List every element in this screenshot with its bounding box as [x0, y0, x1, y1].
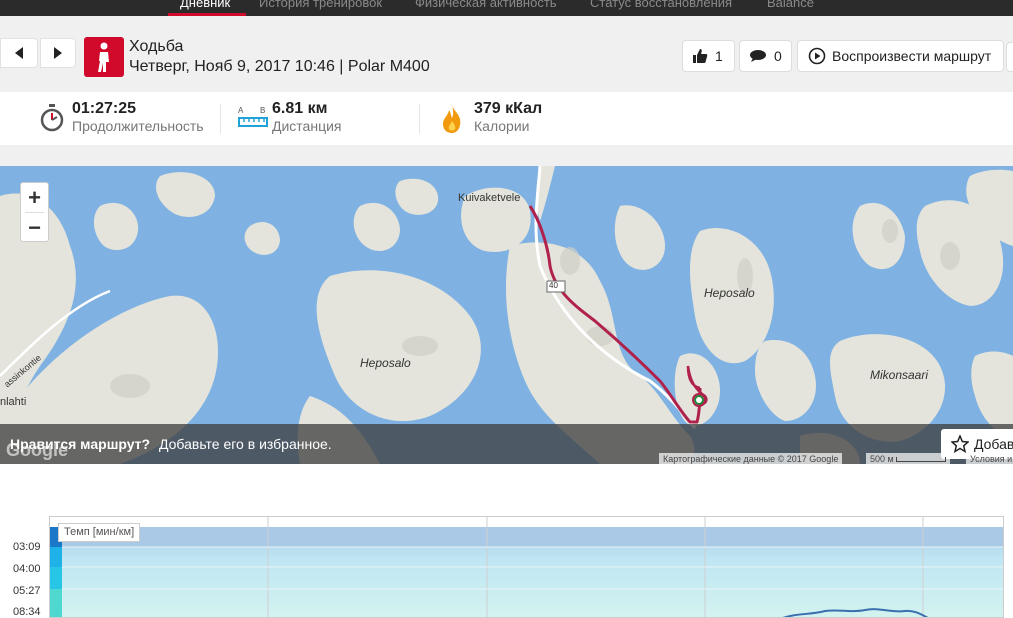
- favorite-route-banner: Нравится маршрут? Добавьте его в избранн…: [0, 424, 1013, 464]
- more-button[interactable]: [1006, 42, 1013, 72]
- map-zoom-control: + −: [20, 182, 49, 242]
- distance-label: Дистанция: [272, 118, 342, 134]
- promo-text: Добавьте его в избранное.: [159, 436, 332, 452]
- tab-diary[interactable]: Дневник: [180, 0, 230, 10]
- thumbs-up-icon: [692, 48, 708, 64]
- route-map[interactable]: Kuivaketvele Heposalo Heposalo Mikonsaar…: [0, 166, 1013, 464]
- distance-value: 6.81 км: [272, 100, 328, 117]
- comment-count: 0: [774, 48, 782, 64]
- calories-value: 379 кКал: [474, 100, 543, 117]
- tab-recovery-status[interactable]: Статус восстановления: [590, 0, 732, 10]
- zoom-out-button[interactable]: −: [21, 213, 48, 242]
- chevron-right-icon: [54, 47, 62, 59]
- pace-chart-title: Темп [мин/км]: [58, 523, 141, 542]
- flame-icon: [440, 104, 464, 139]
- chevron-left-icon: [15, 47, 23, 59]
- add-favorite-label: Добав: [974, 436, 1013, 452]
- like-count: 1: [715, 48, 723, 64]
- map-scale-label: 500 м: [870, 454, 894, 464]
- map-label-mikonsaari: Mikonsaari: [870, 368, 929, 382]
- pace-chart-plot: [50, 517, 1003, 617]
- google-logo: Google: [6, 440, 68, 460]
- top-navigation: Дневник История тренировок Физическая ак…: [0, 0, 1013, 16]
- divider: [220, 104, 221, 134]
- tab-activity[interactable]: Физическая активность: [415, 0, 557, 10]
- next-session-button[interactable]: [40, 38, 76, 68]
- previous-session-button[interactable]: [0, 38, 38, 68]
- map-terrain: [0, 166, 1013, 464]
- svg-text:A: A: [238, 106, 244, 115]
- duration-label: Продолжительность: [72, 118, 204, 134]
- map-label-lahti: nlahti: [0, 396, 27, 408]
- sport-name: Ходьба: [129, 38, 184, 55]
- stopwatch-icon: [38, 104, 66, 137]
- star-icon: [951, 435, 969, 453]
- duration-value: 01:27:25: [72, 100, 137, 117]
- svg-text:B: B: [260, 106, 265, 115]
- y-tick-label: 05:27: [13, 585, 41, 597]
- tab-training-history[interactable]: История тренировок: [259, 0, 382, 10]
- play-circle-icon: [808, 47, 826, 65]
- y-tick-label: 03:09: [13, 541, 41, 553]
- map-road-number: 40: [549, 281, 558, 290]
- map-label-heposalo: Heposalo: [704, 286, 755, 300]
- like-button[interactable]: 1: [682, 40, 735, 72]
- comment-button[interactable]: 0: [739, 40, 792, 72]
- session-datetime-device: Четверг, Нояб 9, 2017 10:46 | Polar M400: [129, 58, 430, 75]
- zoom-in-button[interactable]: +: [21, 183, 48, 212]
- map-label-heposalo: Heposalo: [360, 356, 411, 370]
- session-header: Ходьба Четверг, Нояб 9, 2017 10:46 | Pol…: [0, 16, 1013, 92]
- map-label-kuivaketvele: Kuivaketvele: [458, 192, 521, 204]
- calories-label: Калории: [474, 118, 530, 134]
- comment-icon: [749, 49, 767, 63]
- divider: [419, 104, 420, 134]
- y-tick-label: 08:34: [13, 606, 41, 618]
- y-tick-label: 04:00: [13, 563, 41, 575]
- walking-icon: [84, 37, 124, 77]
- pace-chart[interactable]: [49, 516, 1004, 618]
- replay-route-button[interactable]: Воспроизвести маршрут: [797, 40, 1004, 72]
- replay-route-label: Воспроизвести маршрут: [832, 48, 992, 64]
- session-summary: 01:27:25 Продолжительность AB 6.81 км Ди…: [0, 92, 1013, 145]
- tab-balance[interactable]: Balance: [767, 0, 814, 10]
- distance-ruler-icon: AB: [238, 104, 268, 137]
